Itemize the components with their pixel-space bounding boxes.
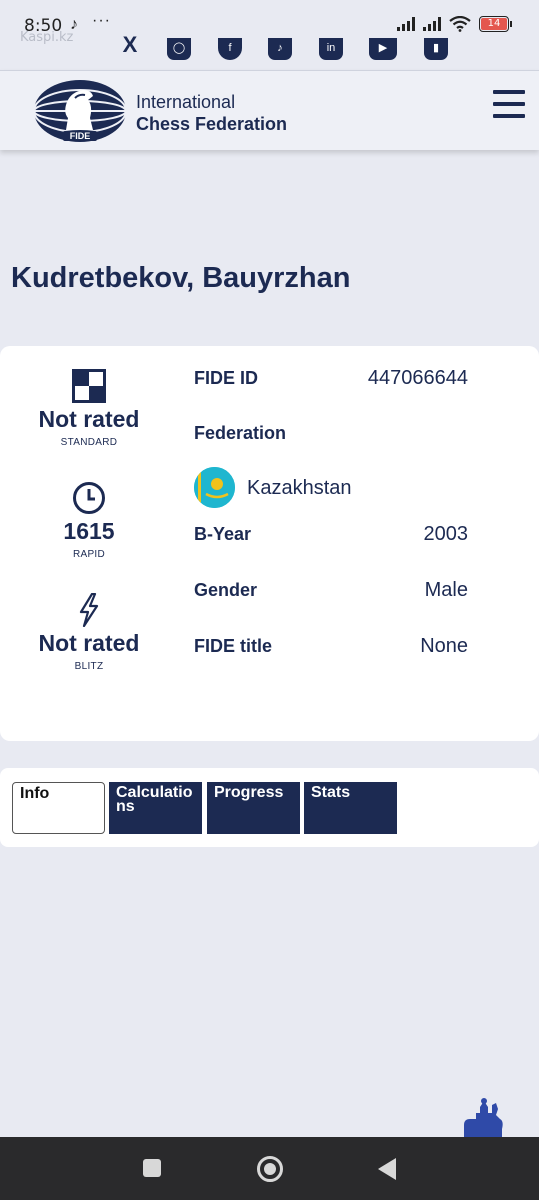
gender-value: Male: [424, 579, 468, 601]
facebook-icon[interactable]: f: [218, 38, 242, 60]
linkedin-icon[interactable]: in: [319, 38, 343, 60]
rating-value: Not rated: [38, 630, 140, 656]
battery-level: 14: [481, 18, 507, 30]
signal-icon: [397, 17, 415, 31]
rating-rapid: 1615 RAPID: [14, 480, 164, 560]
fide-logo-icon[interactable]: FIDE: [33, 78, 127, 144]
rating-standard: Not rated STANDARD: [14, 368, 164, 448]
clock-icon: [73, 482, 105, 514]
fide-id-label: FIDE ID: [194, 368, 259, 388]
byear-label: B-Year: [194, 524, 252, 544]
rating-value: 1615: [63, 518, 115, 544]
brand-line-1: International: [136, 92, 236, 112]
fide-title-label: FIDE title: [194, 636, 273, 656]
lightning-icon: [79, 593, 99, 627]
tab-info[interactable]: Info: [12, 782, 105, 834]
more-notifications-icon: ···: [92, 12, 111, 29]
rating-blitz: Not rated BLITZ: [14, 592, 164, 672]
federation-label: Federation: [194, 423, 287, 443]
rating-label: RAPID: [72, 549, 106, 560]
byear-value: 2003: [423, 523, 469, 545]
battery-icon: 14: [479, 16, 512, 32]
system-navigation-bar: [0, 1137, 539, 1200]
tab-stats[interactable]: Stats: [304, 782, 397, 834]
federation-country: Kazakhstan: [247, 477, 352, 499]
player-name: Kudretbekov, Bauyrzhan: [11, 262, 351, 294]
rating-label: STANDARD: [60, 437, 118, 448]
hamburger-menu-icon[interactable]: [493, 90, 525, 118]
chess-pieces-widget-icon[interactable]: [462, 1095, 504, 1139]
signal-2-icon: [423, 17, 441, 31]
tab-progress[interactable]: Progress: [207, 782, 300, 834]
rating-value: Not rated: [38, 406, 140, 432]
fide-id-value: 447066644: [367, 367, 468, 389]
logo-text: FIDE: [70, 131, 91, 141]
profile-card: Not rated STANDARD 1615 RAPID Not rated …: [0, 346, 539, 741]
kazakhstan-flag-icon: [194, 467, 235, 508]
rating-label: BLITZ: [74, 661, 104, 672]
site-header: FIDE International Chess Federation: [0, 70, 539, 150]
recent-apps-icon[interactable]: [143, 1159, 161, 1177]
brand-name[interactable]: International Chess Federation: [136, 91, 287, 135]
status-indicators: 14: [397, 16, 512, 32]
home-icon[interactable]: [257, 1156, 283, 1182]
tiktok-icon[interactable]: ♪: [268, 38, 292, 60]
watermark: Kaspi.kz: [20, 30, 74, 45]
tab-calculations[interactable]: Calculations: [109, 782, 202, 834]
gender-label: Gender: [194, 580, 258, 600]
back-icon[interactable]: [378, 1158, 396, 1180]
instagram-icon[interactable]: ◯: [167, 38, 191, 60]
brand-line-2: Chess Federation: [136, 114, 288, 134]
profile-tabs: Info Calculations Progress Stats: [0, 768, 539, 847]
standard-board-icon: [72, 369, 106, 403]
youtube-icon[interactable]: ▶: [369, 38, 397, 60]
x-icon[interactable]: X: [118, 34, 142, 60]
fide-title-value: None: [420, 635, 468, 657]
wifi-icon: [449, 16, 471, 32]
twitch-icon[interactable]: ▮: [424, 38, 448, 60]
